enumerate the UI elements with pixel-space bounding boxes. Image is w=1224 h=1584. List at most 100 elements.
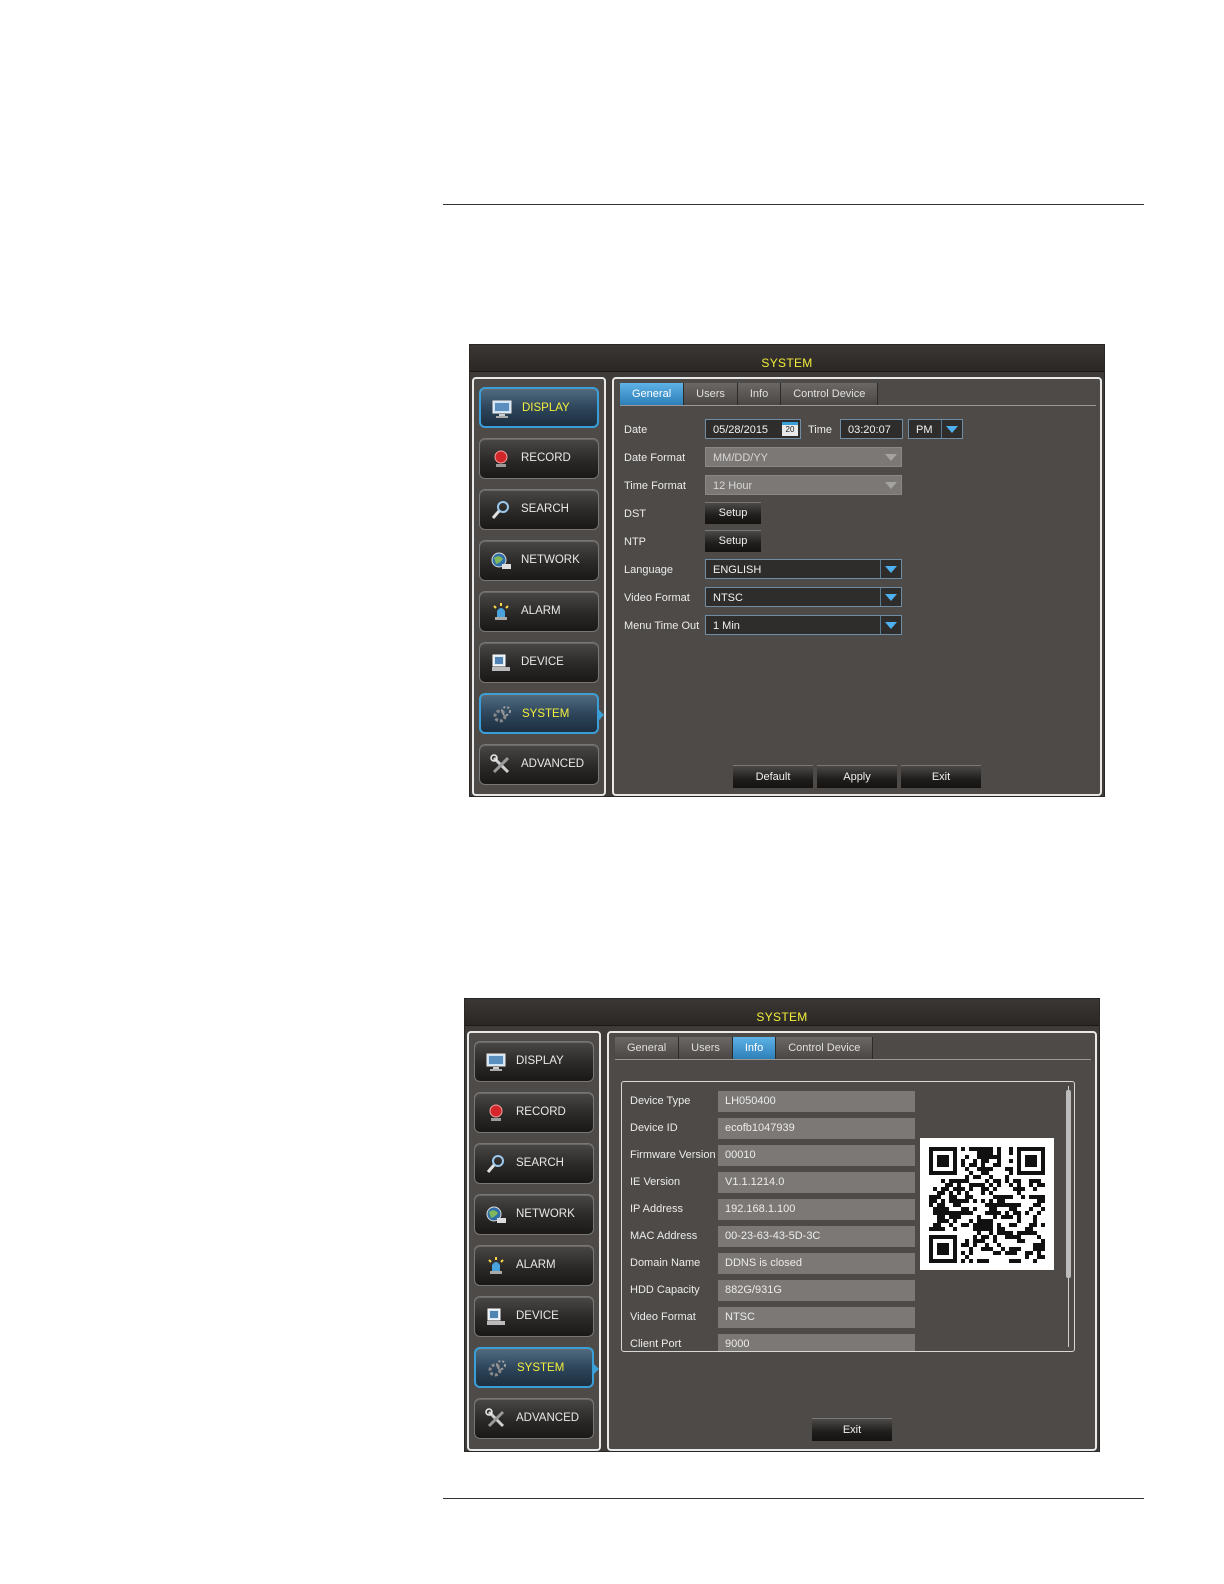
default-button[interactable]: Default bbox=[733, 765, 813, 788]
time-label: Time bbox=[808, 424, 833, 436]
time-field[interactable]: 03:20:07 bbox=[840, 419, 903, 439]
record-icon bbox=[490, 448, 512, 470]
sidebar-item-device[interactable]: DEVICE bbox=[479, 642, 599, 683]
sidebar-item-advanced[interactable]: ADVANCED bbox=[479, 744, 599, 785]
menu-timeout-value: 1 Min bbox=[713, 620, 740, 632]
info-label-firmware-version: Firmware Version bbox=[630, 1149, 716, 1161]
sidebar-item-label: NETWORK bbox=[516, 1208, 575, 1220]
dst-label: DST bbox=[624, 508, 646, 520]
ampm-select[interactable]: PM bbox=[908, 419, 963, 439]
sidebar-item-network[interactable]: NETWORK bbox=[474, 1194, 594, 1235]
info-value-ip-address: 192.168.1.100 bbox=[718, 1199, 915, 1220]
tab-general[interactable]: General bbox=[620, 383, 685, 405]
sidebar-item-alarm[interactable]: ALARM bbox=[474, 1245, 594, 1286]
sidebar-item-label: SYSTEM bbox=[517, 1362, 565, 1374]
tab-bar: General Users Info Control Device bbox=[620, 383, 879, 405]
sidebar-item-device[interactable]: DEVICE bbox=[474, 1296, 594, 1337]
tab-users[interactable]: Users bbox=[679, 1037, 733, 1059]
sidebar-item-advanced[interactable]: ADVANCED bbox=[474, 1398, 594, 1439]
chevron-down-icon[interactable] bbox=[880, 616, 901, 634]
tab-divider bbox=[620, 405, 1096, 406]
tab-general[interactable]: General bbox=[615, 1037, 680, 1059]
date-format-value: MM/DD/YY bbox=[713, 452, 768, 464]
system-info-screen: SYSTEM DISPLAY RECORD SEARCH NETWORK ALARM DE… bbox=[465, 999, 1099, 1451]
date-format-label: Date Format bbox=[624, 452, 686, 464]
tab-users[interactable]: Users bbox=[684, 383, 738, 405]
info-value-device-type: LH050400 bbox=[718, 1091, 915, 1112]
search-icon bbox=[485, 1153, 507, 1175]
exit-button[interactable]: Exit bbox=[901, 765, 981, 788]
sidebar-item-label: SYSTEM bbox=[522, 708, 570, 720]
chevron-down-icon[interactable] bbox=[941, 420, 962, 438]
info-value-video-format: NTSC bbox=[718, 1307, 915, 1328]
menu-timeout-select[interactable]: 1 Min bbox=[705, 615, 902, 635]
alarm-icon bbox=[490, 601, 512, 623]
info-label-domain-name: Domain Name bbox=[630, 1257, 701, 1269]
date-label: Date bbox=[624, 424, 648, 436]
video-format-select[interactable]: NTSC bbox=[705, 587, 902, 607]
sidebar-item-label: NETWORK bbox=[521, 554, 580, 566]
sidebar-menu: DISPLAY RECORD SEARCH NETWORK ALARM DEVICE SYS… bbox=[467, 1031, 601, 1451]
sidebar-item-label: RECORD bbox=[521, 452, 571, 464]
info-value-ie-version: V1.1.1214.0 bbox=[718, 1172, 915, 1193]
sidebar-item-display[interactable]: DISPLAY bbox=[474, 1041, 594, 1082]
language-select[interactable]: ENGLISH bbox=[705, 559, 902, 579]
calendar-day: 20 bbox=[785, 425, 795, 434]
info-value-client-port: 9000 bbox=[718, 1334, 915, 1351]
info-list[interactable]: Device Type LH050400 Device ID ecofb1047939… bbox=[621, 1081, 1075, 1352]
time-value: 03:20:07 bbox=[848, 424, 891, 436]
sidebar-item-search[interactable]: SEARCH bbox=[479, 489, 599, 530]
active-pointer-icon bbox=[599, 710, 604, 720]
title-bar: SYSTEM bbox=[465, 999, 1099, 1026]
sidebar-item-system[interactable]: SYSTEM bbox=[479, 693, 604, 734]
dst-setup-button[interactable]: Setup bbox=[705, 502, 761, 524]
chevron-down-icon[interactable] bbox=[880, 588, 901, 606]
window-title: SYSTEM bbox=[761, 356, 813, 370]
sidebar-item-search[interactable]: SEARCH bbox=[474, 1143, 594, 1184]
sidebar-item-network[interactable]: NETWORK bbox=[479, 540, 599, 581]
menu-timeout-label: Menu Time Out bbox=[624, 620, 700, 632]
settings-panel: General Users Info Control Device Date 05/2… bbox=[612, 377, 1102, 796]
sidebar-item-display[interactable]: DISPLAY bbox=[479, 387, 599, 428]
sidebar-item-record[interactable]: RECORD bbox=[474, 1092, 594, 1133]
info-label-ip-address: IP Address bbox=[630, 1203, 683, 1215]
sidebar-item-system[interactable]: SYSTEM bbox=[474, 1347, 599, 1388]
ampm-value: PM bbox=[916, 424, 933, 436]
apply-button[interactable]: Apply bbox=[817, 765, 897, 788]
info-value-mac-address: 00-23-63-43-5D-3C bbox=[718, 1226, 915, 1247]
device-icon bbox=[485, 1306, 507, 1328]
ntp-setup-button[interactable]: Setup bbox=[705, 530, 761, 552]
date-value: 05/28/2015 bbox=[713, 424, 769, 436]
sidebar-item-label: ALARM bbox=[521, 605, 561, 617]
tab-divider bbox=[615, 1059, 1091, 1060]
info-label-ie-version: IE Version bbox=[630, 1176, 681, 1188]
info-label-video-format: Video Format bbox=[630, 1311, 696, 1323]
monitor-icon bbox=[491, 398, 513, 420]
scrollbar[interactable] bbox=[1066, 1086, 1071, 1347]
sidebar-item-label: ALARM bbox=[516, 1259, 556, 1271]
exit-button[interactable]: Exit bbox=[812, 1418, 892, 1441]
language-label: Language bbox=[624, 564, 673, 576]
sidebar-item-record[interactable]: RECORD bbox=[479, 438, 599, 479]
sidebar-item-label: ADVANCED bbox=[521, 758, 585, 770]
globe-icon bbox=[485, 1204, 507, 1226]
tab-info[interactable]: Info bbox=[732, 1037, 777, 1059]
date-field[interactable]: 05/28/2015 20 bbox=[705, 419, 801, 439]
video-format-value: NTSC bbox=[713, 592, 743, 604]
time-format-value: 12 Hour bbox=[713, 480, 753, 492]
info-panel: General Users Info Control Device Device Ty… bbox=[607, 1031, 1097, 1451]
tab-info[interactable]: Info bbox=[737, 383, 782, 405]
tools-icon bbox=[490, 754, 512, 776]
tab-control-device[interactable]: Control Device bbox=[781, 383, 879, 405]
monitor-icon bbox=[485, 1051, 507, 1073]
chevron-down-icon[interactable] bbox=[880, 560, 901, 578]
info-label-device-type: Device Type bbox=[630, 1095, 691, 1107]
tab-control-device[interactable]: Control Device bbox=[776, 1037, 874, 1059]
qr-code-icon bbox=[920, 1138, 1054, 1270]
sidebar-item-alarm[interactable]: ALARM bbox=[479, 591, 599, 632]
system-icon bbox=[491, 704, 513, 726]
scrollbar-thumb[interactable] bbox=[1066, 1090, 1071, 1278]
time-format-select: 12 Hour bbox=[705, 475, 902, 495]
active-pointer-icon bbox=[594, 1364, 599, 1374]
calendar-icon[interactable]: 20 bbox=[782, 422, 798, 436]
